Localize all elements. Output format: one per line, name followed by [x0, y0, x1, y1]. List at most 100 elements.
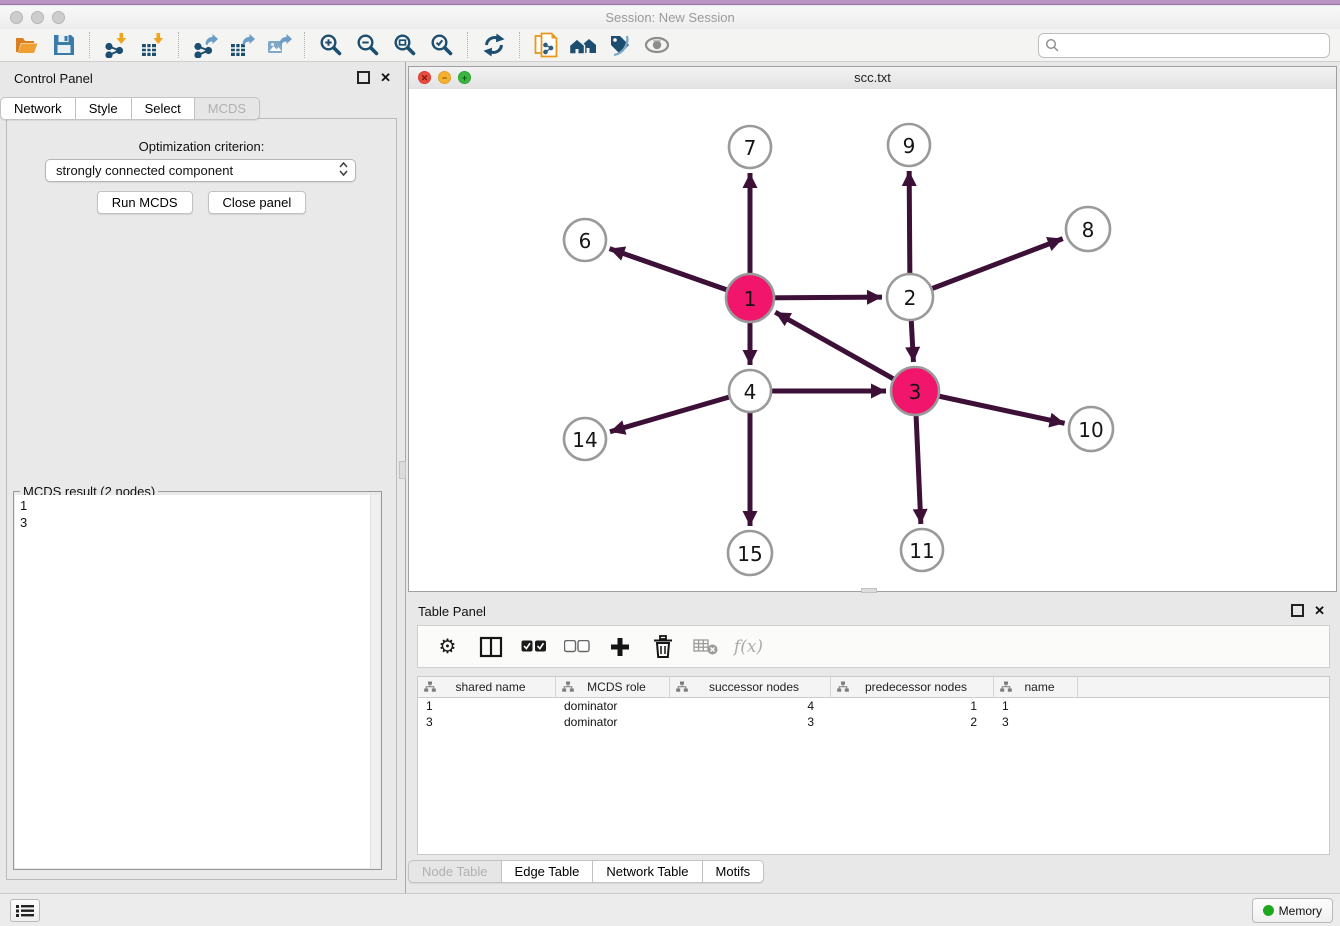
- column-header-name[interactable]: name: [994, 677, 1078, 697]
- graph-node-4[interactable]: 4: [729, 370, 771, 412]
- table-toolbar: ⚙ f(x): [417, 625, 1330, 668]
- float-panel-icon[interactable]: [357, 71, 370, 84]
- network-minimize-icon[interactable]: −: [438, 71, 451, 84]
- toggle-column-panel-icon[interactable]: [475, 633, 506, 661]
- function-builder-icon[interactable]: f(x): [733, 633, 764, 661]
- tab-edge-table[interactable]: Edge Table: [502, 860, 594, 883]
- memory-button[interactable]: Memory: [1252, 898, 1333, 923]
- table-cell[interactable]: 3: [670, 715, 831, 729]
- export-image-icon[interactable]: [263, 31, 294, 59]
- add-column-icon[interactable]: [604, 633, 635, 661]
- table-cell[interactable]: dominator: [556, 715, 670, 729]
- column-header-predecessor-nodes[interactable]: predecessor nodes: [831, 677, 994, 697]
- tab-select[interactable]: Select: [132, 97, 195, 120]
- task-history-button[interactable]: [10, 899, 40, 922]
- window-close-icon[interactable]: [10, 11, 23, 24]
- table-row[interactable]: 3dominator323: [418, 714, 1329, 730]
- mcds-result-area[interactable]: 1 3: [15, 495, 380, 868]
- duplicate-network-icon[interactable]: [530, 31, 561, 59]
- graph-node-6[interactable]: 6: [564, 219, 606, 261]
- svg-text:11: 11: [909, 539, 934, 563]
- column-header-successor-nodes[interactable]: successor nodes: [670, 677, 831, 697]
- tab-node-table[interactable]: Node Table: [408, 860, 502, 883]
- graph-node-1[interactable]: 1: [726, 274, 774, 322]
- window-minimize-icon[interactable]: [31, 11, 44, 24]
- table-cell[interactable]: dominator: [556, 699, 670, 713]
- toolbar-separator: [178, 32, 179, 58]
- network-canvas[interactable]: 7 9 6 8 1 2 4 3 14 10 15 11: [409, 89, 1336, 591]
- result-scrollbar[interactable]: [370, 495, 380, 868]
- delete-table-icon[interactable]: [690, 633, 721, 661]
- close-panel-icon[interactable]: ✕: [1314, 605, 1325, 616]
- graph-node-15[interactable]: 15: [728, 531, 772, 575]
- search-input[interactable]: [1060, 37, 1323, 54]
- network-close-icon[interactable]: ✕: [418, 71, 431, 84]
- mcds-panel: Optimization criterion: strongly connect…: [6, 118, 397, 880]
- table-cell[interactable]: 4: [670, 699, 831, 713]
- zoom-in-icon[interactable]: [315, 31, 346, 59]
- table-options-icon[interactable]: ⚙: [432, 633, 463, 661]
- tab-motifs[interactable]: Motifs: [703, 860, 765, 883]
- close-panel-icon[interactable]: ✕: [380, 72, 391, 83]
- window-zoom-icon[interactable]: [52, 11, 65, 24]
- table-cell[interactable]: 2: [831, 715, 994, 729]
- network-window-title: scc.txt: [409, 67, 1336, 88]
- window-titlebar[interactable]: Session: New Session: [0, 6, 1340, 29]
- table-cell[interactable]: 1: [831, 699, 994, 713]
- control-panel-tabs: NetworkStyleSelectMCDS: [0, 97, 405, 120]
- window-traffic-lights[interactable]: [10, 11, 65, 24]
- table-cell[interactable]: 1: [418, 699, 556, 713]
- network-maximize-icon[interactable]: +: [458, 71, 471, 84]
- tab-style[interactable]: Style: [76, 97, 132, 120]
- graph-node-8[interactable]: 8: [1066, 207, 1110, 251]
- column-header-MCDS-role[interactable]: MCDS role: [556, 677, 670, 697]
- zoom-fit-icon[interactable]: [389, 31, 420, 59]
- home-view-icon[interactable]: [567, 31, 598, 59]
- search-box[interactable]: [1038, 33, 1330, 58]
- graph-node-3[interactable]: 3: [891, 367, 939, 415]
- graph-node-2[interactable]: 2: [887, 274, 933, 320]
- table-cell[interactable]: 3: [994, 715, 1078, 729]
- control-panel: Control Panel ✕ NetworkStyleSelectMCDS O…: [0, 62, 406, 893]
- float-panel-icon[interactable]: [1291, 604, 1304, 617]
- select-all-columns-icon[interactable]: [518, 633, 549, 661]
- window-title: Session: New Session: [0, 6, 1340, 29]
- table-row[interactable]: 1dominator411: [418, 698, 1329, 714]
- network-window-titlebar[interactable]: ✕−+ scc.txt: [409, 67, 1336, 90]
- open-session-icon[interactable]: [11, 31, 42, 59]
- tab-network-table[interactable]: Network Table: [593, 860, 702, 883]
- network-view-window: ✕−+ scc.txt 7 9 6 8 1 2 4 3 14 10 15 11: [408, 66, 1337, 592]
- save-session-icon[interactable]: [48, 31, 79, 59]
- import-table-icon[interactable]: [137, 31, 168, 59]
- desktop-strip: [0, 0, 1340, 5]
- criterion-select[interactable]: strongly connected component: [45, 159, 356, 182]
- hide-graphics-details-icon[interactable]: [604, 31, 635, 59]
- table-cell[interactable]: 3: [418, 715, 556, 729]
- run-mcds-button[interactable]: Run MCDS: [97, 191, 193, 214]
- import-network-icon[interactable]: [100, 31, 131, 59]
- delete-column-icon[interactable]: [647, 633, 678, 661]
- tab-network[interactable]: Network: [0, 97, 76, 120]
- graph-node-14[interactable]: 14: [564, 418, 606, 460]
- deselect-all-columns-icon[interactable]: [561, 633, 592, 661]
- graph-node-7[interactable]: 7: [729, 126, 771, 168]
- close-panel-button[interactable]: Close panel: [208, 191, 307, 214]
- zoom-selected-icon[interactable]: [426, 31, 457, 59]
- svg-text:9: 9: [903, 134, 916, 158]
- svg-text:1: 1: [744, 287, 757, 311]
- column-header-shared-name[interactable]: shared name: [418, 677, 556, 697]
- export-network-icon[interactable]: [189, 31, 220, 59]
- refresh-view-icon[interactable]: [478, 31, 509, 59]
- splitter-handle[interactable]: [399, 461, 406, 479]
- zoom-out-icon[interactable]: [352, 31, 383, 59]
- graph-node-10[interactable]: 10: [1069, 407, 1113, 451]
- graph-node-9[interactable]: 9: [888, 124, 930, 166]
- splitter-handle[interactable]: [861, 588, 877, 593]
- table-cell[interactable]: 1: [994, 699, 1078, 713]
- show-graphics-details-icon[interactable]: [641, 31, 672, 59]
- tab-mcds[interactable]: MCDS: [195, 97, 260, 120]
- graph-edge-2-8[interactable]: [910, 239, 1063, 297]
- export-table-icon[interactable]: [226, 31, 257, 59]
- graph-node-11[interactable]: 11: [901, 529, 943, 571]
- node-table[interactable]: shared nameMCDS rolesuccessor nodesprede…: [417, 676, 1330, 855]
